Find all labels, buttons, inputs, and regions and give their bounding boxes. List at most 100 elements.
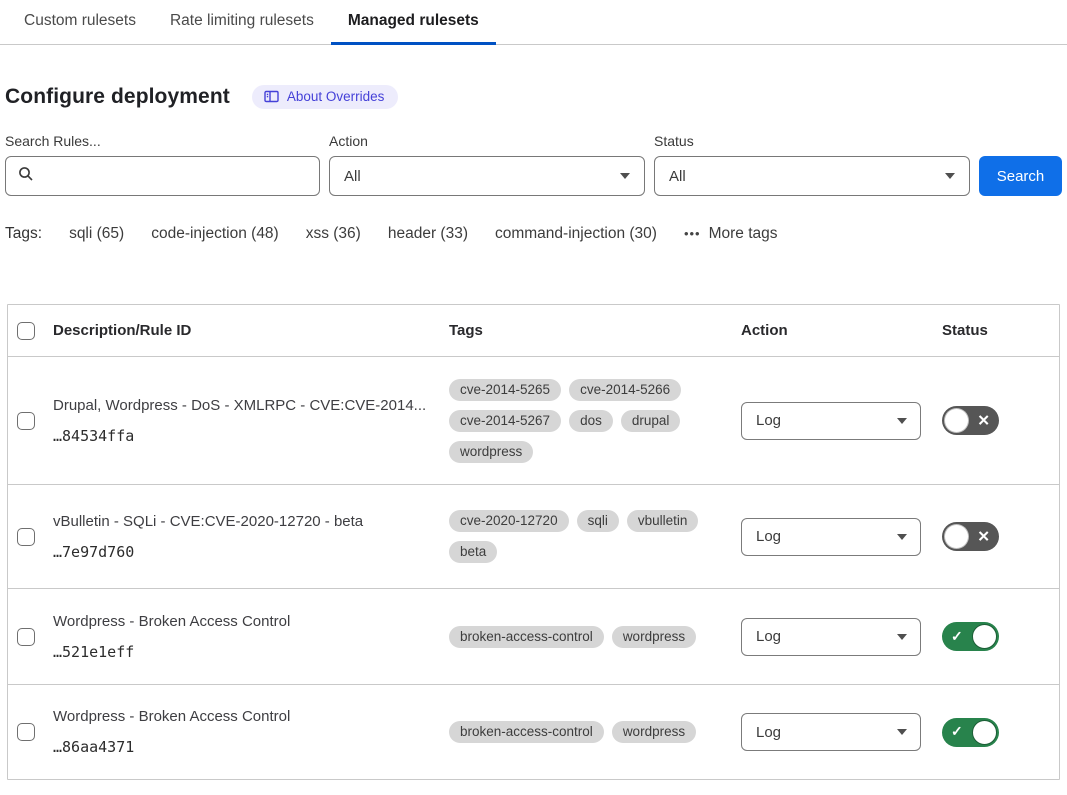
rule-status-toggle[interactable]: ✓ ✕ — [942, 622, 999, 651]
col-status: Status — [942, 322, 1059, 339]
rule-action-value: Log — [756, 412, 781, 429]
toggle-knob — [972, 624, 997, 649]
about-overrides-label: About Overrides — [287, 89, 385, 104]
tag-pill: cve-2014-5265 — [449, 379, 561, 401]
x-icon: ✕ — [977, 527, 990, 545]
action-field: Action All — [329, 133, 645, 196]
rule-tags: broken-access-control wordpress — [449, 721, 741, 743]
chevron-down-icon — [897, 418, 907, 424]
status-field: Status All — [654, 133, 970, 196]
tab-rate-limiting-rulesets[interactable]: Rate limiting rulesets — [153, 0, 331, 45]
rule-id: …521e1eff — [53, 643, 449, 661]
rule-action-select[interactable]: Log — [741, 618, 921, 656]
status-filter-value: All — [669, 168, 686, 185]
more-tags-button[interactable]: ••• More tags — [684, 225, 778, 243]
rule-action-select[interactable]: Log — [741, 518, 921, 556]
more-tags-label: More tags — [709, 225, 778, 243]
row-checkbox[interactable] — [17, 528, 35, 546]
rule-id: …86aa4371 — [53, 738, 449, 756]
table-row: Drupal, Wordpress - DoS - XMLRPC - CVE:C… — [8, 357, 1059, 485]
tag-filter-command-injection[interactable]: command-injection (30) — [495, 225, 657, 243]
rule-action-value: Log — [756, 528, 781, 545]
rule-tags: cve-2014-5265 cve-2014-5266 cve-2014-526… — [449, 379, 741, 463]
rule-action-select[interactable]: Log — [741, 402, 921, 440]
action-filter-value: All — [344, 168, 361, 185]
book-open-icon — [264, 90, 279, 103]
tags-bar: Tags: sqli (65) code-injection (48) xss … — [5, 225, 1067, 243]
tag-pill: drupal — [621, 410, 681, 432]
rule-status-toggle[interactable]: ✓ ✕ — [942, 718, 999, 747]
search-box — [5, 156, 320, 196]
tag-pill: cve-2014-5267 — [449, 410, 561, 432]
about-overrides-badge[interactable]: About Overrides — [252, 85, 399, 109]
chevron-down-icon — [620, 173, 630, 179]
table-row: Wordpress - Broken Access Control …521e1… — [8, 589, 1059, 685]
status-filter-select[interactable]: All — [654, 156, 970, 196]
table-row: vBulletin - SQLi - CVE:CVE-2020-12720 - … — [8, 485, 1059, 589]
rule-description: Wordpress - Broken Access Control — [53, 708, 449, 725]
tag-filter-sqli[interactable]: sqli (65) — [69, 225, 124, 243]
action-label: Action — [329, 133, 645, 149]
rule-action-value: Log — [756, 724, 781, 741]
tag-pill: sqli — [577, 510, 619, 532]
check-icon: ✓ — [951, 723, 963, 740]
table-row: Wordpress - Broken Access Control …86aa4… — [8, 685, 1059, 779]
action-filter-select[interactable]: All — [329, 156, 645, 196]
toggle-knob — [944, 524, 969, 549]
rule-status-toggle[interactable]: ✓ ✕ — [942, 522, 999, 551]
tag-pill: dos — [569, 410, 613, 432]
rule-tags: cve-2020-12720 sqli vbulletin beta — [449, 510, 741, 563]
tab-custom-rulesets[interactable]: Custom rulesets — [7, 0, 153, 45]
tag-pill: wordpress — [449, 441, 533, 463]
search-input[interactable] — [42, 157, 319, 195]
page-head: Configure deployment About Overrides — [5, 85, 1067, 109]
x-icon: ✕ — [977, 411, 990, 429]
col-action: Action — [741, 322, 942, 339]
col-tags: Tags — [449, 322, 741, 339]
tag-pill: cve-2014-5266 — [569, 379, 681, 401]
status-label: Status — [654, 133, 970, 149]
tag-pill: wordpress — [612, 721, 696, 743]
tag-pill: vbulletin — [627, 510, 699, 532]
rule-id: …84534ffa — [53, 427, 449, 445]
toggle-knob — [944, 408, 969, 433]
search-field: Search Rules... — [5, 133, 320, 196]
rule-status-toggle[interactable]: ✓ ✕ — [942, 406, 999, 435]
tag-filter-code-injection[interactable]: code-injection (48) — [151, 225, 279, 243]
tag-pill: beta — [449, 541, 497, 563]
tag-pill: wordpress — [612, 626, 696, 648]
rules-table: Description/Rule ID Tags Action Status D… — [7, 304, 1060, 780]
tag-pill: broken-access-control — [449, 626, 604, 648]
tag-pill: broken-access-control — [449, 721, 604, 743]
check-icon: ✓ — [951, 628, 963, 645]
chevron-down-icon — [897, 729, 907, 735]
tag-filter-header[interactable]: header (33) — [388, 225, 468, 243]
chevron-down-icon — [897, 534, 907, 540]
ellipsis-icon: ••• — [684, 226, 701, 241]
search-icon — [18, 166, 34, 187]
chevron-down-icon — [897, 634, 907, 640]
tag-pill: cve-2020-12720 — [449, 510, 569, 532]
rule-description: vBulletin - SQLi - CVE:CVE-2020-12720 - … — [53, 513, 449, 530]
search-button[interactable]: Search — [979, 156, 1062, 196]
row-checkbox[interactable] — [17, 723, 35, 741]
rule-tags: broken-access-control wordpress — [449, 626, 741, 648]
rule-description: Wordpress - Broken Access Control — [53, 613, 449, 630]
ruleset-tabbar: Custom rulesets Rate limiting rulesets M… — [0, 0, 1067, 45]
rule-action-select[interactable]: Log — [741, 713, 921, 751]
search-label: Search Rules... — [5, 133, 320, 149]
table-header-row: Description/Rule ID Tags Action Status — [8, 305, 1059, 357]
col-description: Description/Rule ID — [53, 322, 449, 339]
tags-bar-label: Tags: — [5, 225, 42, 243]
page-title: Configure deployment — [5, 85, 230, 109]
tag-filter-xss[interactable]: xss (36) — [306, 225, 361, 243]
filters-row: Search Rules... Action All Status All Se… — [5, 133, 1062, 196]
select-all-checkbox[interactable] — [17, 322, 35, 340]
row-checkbox[interactable] — [17, 628, 35, 646]
rule-id: …7e97d760 — [53, 543, 449, 561]
row-checkbox[interactable] — [17, 412, 35, 430]
toggle-knob — [972, 720, 997, 745]
tab-managed-rulesets[interactable]: Managed rulesets — [331, 0, 496, 45]
chevron-down-icon — [945, 173, 955, 179]
rule-action-value: Log — [756, 628, 781, 645]
